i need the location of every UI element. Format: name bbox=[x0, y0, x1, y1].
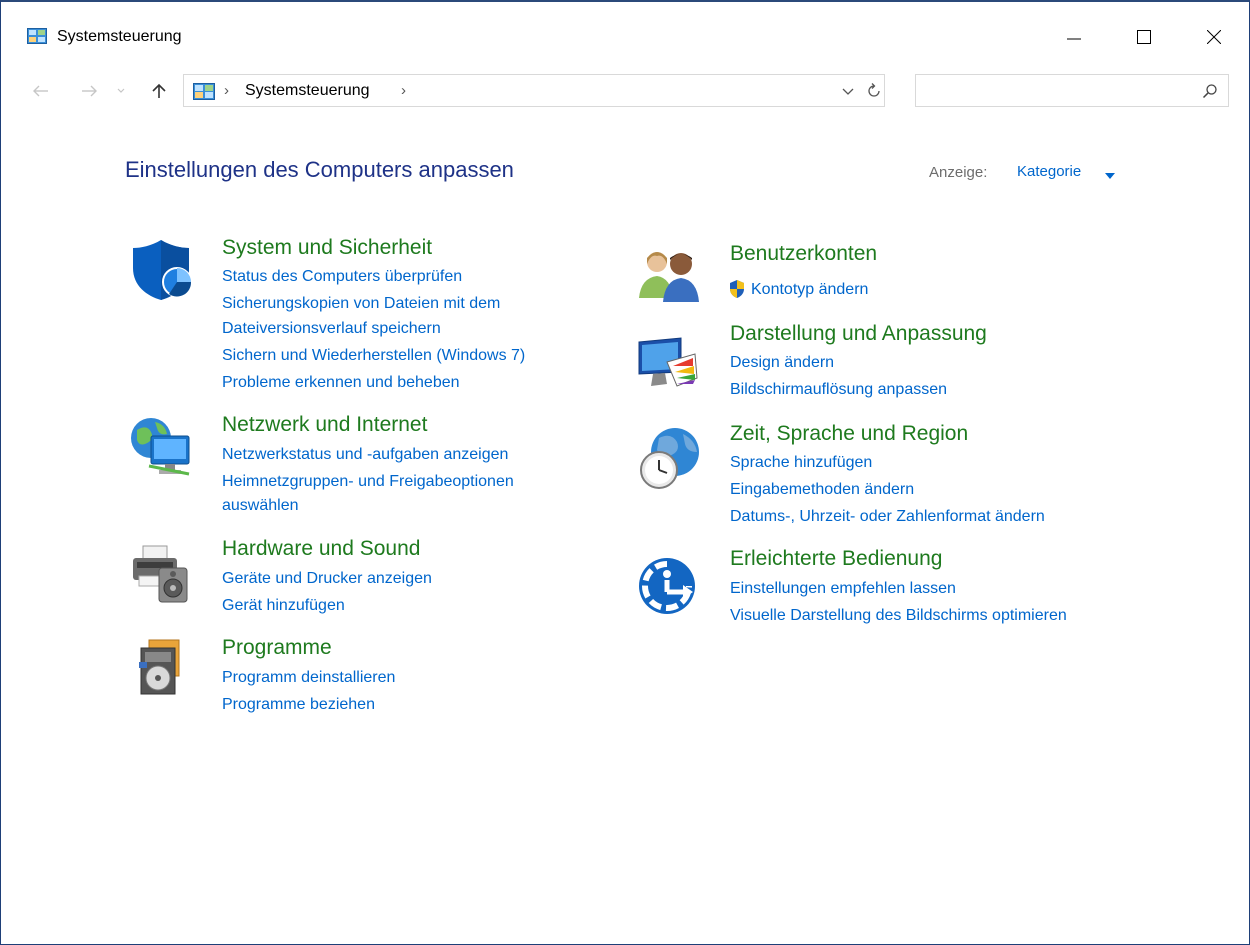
page-title: Einstellungen des Computers anpassen bbox=[125, 157, 514, 182]
search-icon[interactable] bbox=[1202, 83, 1218, 99]
view-mode-dropdown[interactable]: Kategorie bbox=[1017, 163, 1081, 180]
link-homegroup-sharing-2[interactable]: auswählen bbox=[222, 497, 299, 515]
link-troubleshoot[interactable]: Probleme erkennen und beheben bbox=[222, 374, 460, 392]
control-panel-window: Systemsteuerung › Systemsteuerung › Eins… bbox=[0, 0, 1250, 945]
category-title-network-internet[interactable]: Netzwerk und Internet bbox=[222, 413, 427, 437]
address-bar[interactable]: › Systemsteuerung › bbox=[183, 74, 885, 107]
uac-shield-icon bbox=[728, 279, 746, 299]
refresh-icon bbox=[868, 83, 880, 97]
minimize-button[interactable] bbox=[1051, 20, 1097, 54]
link-uninstall-program[interactable]: Programm deinstallieren bbox=[222, 669, 395, 687]
title-bar: Systemsteuerung bbox=[1, 2, 1249, 60]
close-icon bbox=[1207, 30, 1221, 44]
window-title: Systemsteuerung bbox=[57, 28, 182, 45]
link-add-device[interactable]: Gerät hinzufügen bbox=[222, 597, 345, 615]
category-title-clock-language-region[interactable]: Zeit, Sprache und Region bbox=[730, 422, 968, 446]
category-title-hardware-sound[interactable]: Hardware und Sound bbox=[222, 537, 420, 561]
monitor-palette-icon[interactable] bbox=[637, 332, 701, 396]
view-label: Anzeige: bbox=[929, 164, 988, 181]
link-devices-printers[interactable]: Geräte und Drucker anzeigen bbox=[222, 570, 432, 588]
arrow-up-icon bbox=[152, 83, 166, 98]
ease-of-access-icon[interactable] bbox=[637, 554, 701, 618]
link-recommended-settings[interactable]: Einstellungen empfehlen lassen bbox=[730, 580, 956, 598]
recent-locations-button[interactable] bbox=[113, 76, 129, 106]
printer-speaker-icon[interactable] bbox=[129, 540, 193, 604]
control-panel-icon bbox=[27, 28, 47, 44]
link-file-history-backup-2[interactable]: Dateiversionsverlauf speichern bbox=[222, 320, 441, 338]
breadcrumb-separator[interactable]: › bbox=[401, 82, 406, 99]
caret-down-icon[interactable] bbox=[1105, 168, 1115, 179]
search-input[interactable] bbox=[915, 74, 1229, 107]
link-backup-restore[interactable]: Sichern und Wiederherstellen (Windows 7) bbox=[222, 347, 525, 365]
link-file-history-backup[interactable]: Sicherungskopien von Dateien mit dem bbox=[222, 295, 500, 313]
breadcrumb-systemsteuerung[interactable]: Systemsteuerung bbox=[245, 82, 370, 100]
link-get-programs[interactable]: Programme beziehen bbox=[222, 696, 375, 714]
network-globe-icon[interactable] bbox=[129, 414, 193, 478]
up-button[interactable] bbox=[147, 76, 171, 106]
category-title-system-security[interactable]: System und Sicherheit bbox=[222, 236, 432, 260]
programs-disc-icon[interactable] bbox=[129, 638, 193, 702]
link-adjust-resolution[interactable]: Bildschirmauflösung anpassen bbox=[730, 381, 947, 399]
chevron-down-icon bbox=[842, 88, 854, 95]
category-title-user-accounts[interactable]: Benutzerkonten bbox=[730, 242, 877, 266]
category-title-appearance[interactable]: Darstellung und Anpassung bbox=[730, 322, 987, 346]
link-change-theme[interactable]: Design ändern bbox=[730, 354, 834, 372]
minimize-icon bbox=[1067, 38, 1081, 40]
link-change-input-methods[interactable]: Eingabemethoden ändern bbox=[730, 481, 914, 499]
category-title-ease-of-access[interactable]: Erleichterte Bedienung bbox=[730, 547, 942, 571]
maximize-icon bbox=[1137, 30, 1151, 44]
globe-clock-icon[interactable] bbox=[637, 426, 701, 490]
arrow-left-icon bbox=[33, 85, 48, 97]
link-change-account-type[interactable]: Kontotyp ändern bbox=[751, 281, 868, 299]
category-title-programs[interactable]: Programme bbox=[222, 636, 332, 660]
maximize-button[interactable] bbox=[1121, 20, 1167, 54]
back-button[interactable] bbox=[29, 76, 53, 106]
users-icon[interactable] bbox=[637, 244, 701, 308]
close-button[interactable] bbox=[1191, 20, 1237, 54]
link-check-computer-status[interactable]: Status des Computers überprüfen bbox=[222, 268, 462, 286]
link-homegroup-sharing[interactable]: Heimnetzgruppen- und Freigabeoptionen bbox=[222, 473, 514, 491]
refresh-button[interactable] bbox=[865, 82, 883, 100]
address-dropdown-button[interactable] bbox=[840, 83, 856, 99]
breadcrumb-separator[interactable]: › bbox=[224, 82, 229, 99]
arrow-right-icon bbox=[82, 85, 97, 97]
shield-icon[interactable] bbox=[129, 238, 193, 302]
chevron-down-icon bbox=[117, 88, 125, 93]
link-add-language[interactable]: Sprache hinzufügen bbox=[730, 454, 872, 472]
forward-button[interactable] bbox=[77, 76, 101, 106]
control-panel-icon bbox=[193, 83, 215, 100]
link-network-status[interactable]: Netzwerkstatus und -aufgaben anzeigen bbox=[222, 446, 508, 464]
link-change-date-time-format[interactable]: Datums-, Uhrzeit- oder Zahlenformat ände… bbox=[730, 508, 1045, 526]
link-optimize-visual-display[interactable]: Visuelle Darstellung des Bildschirms opt… bbox=[730, 607, 1067, 625]
